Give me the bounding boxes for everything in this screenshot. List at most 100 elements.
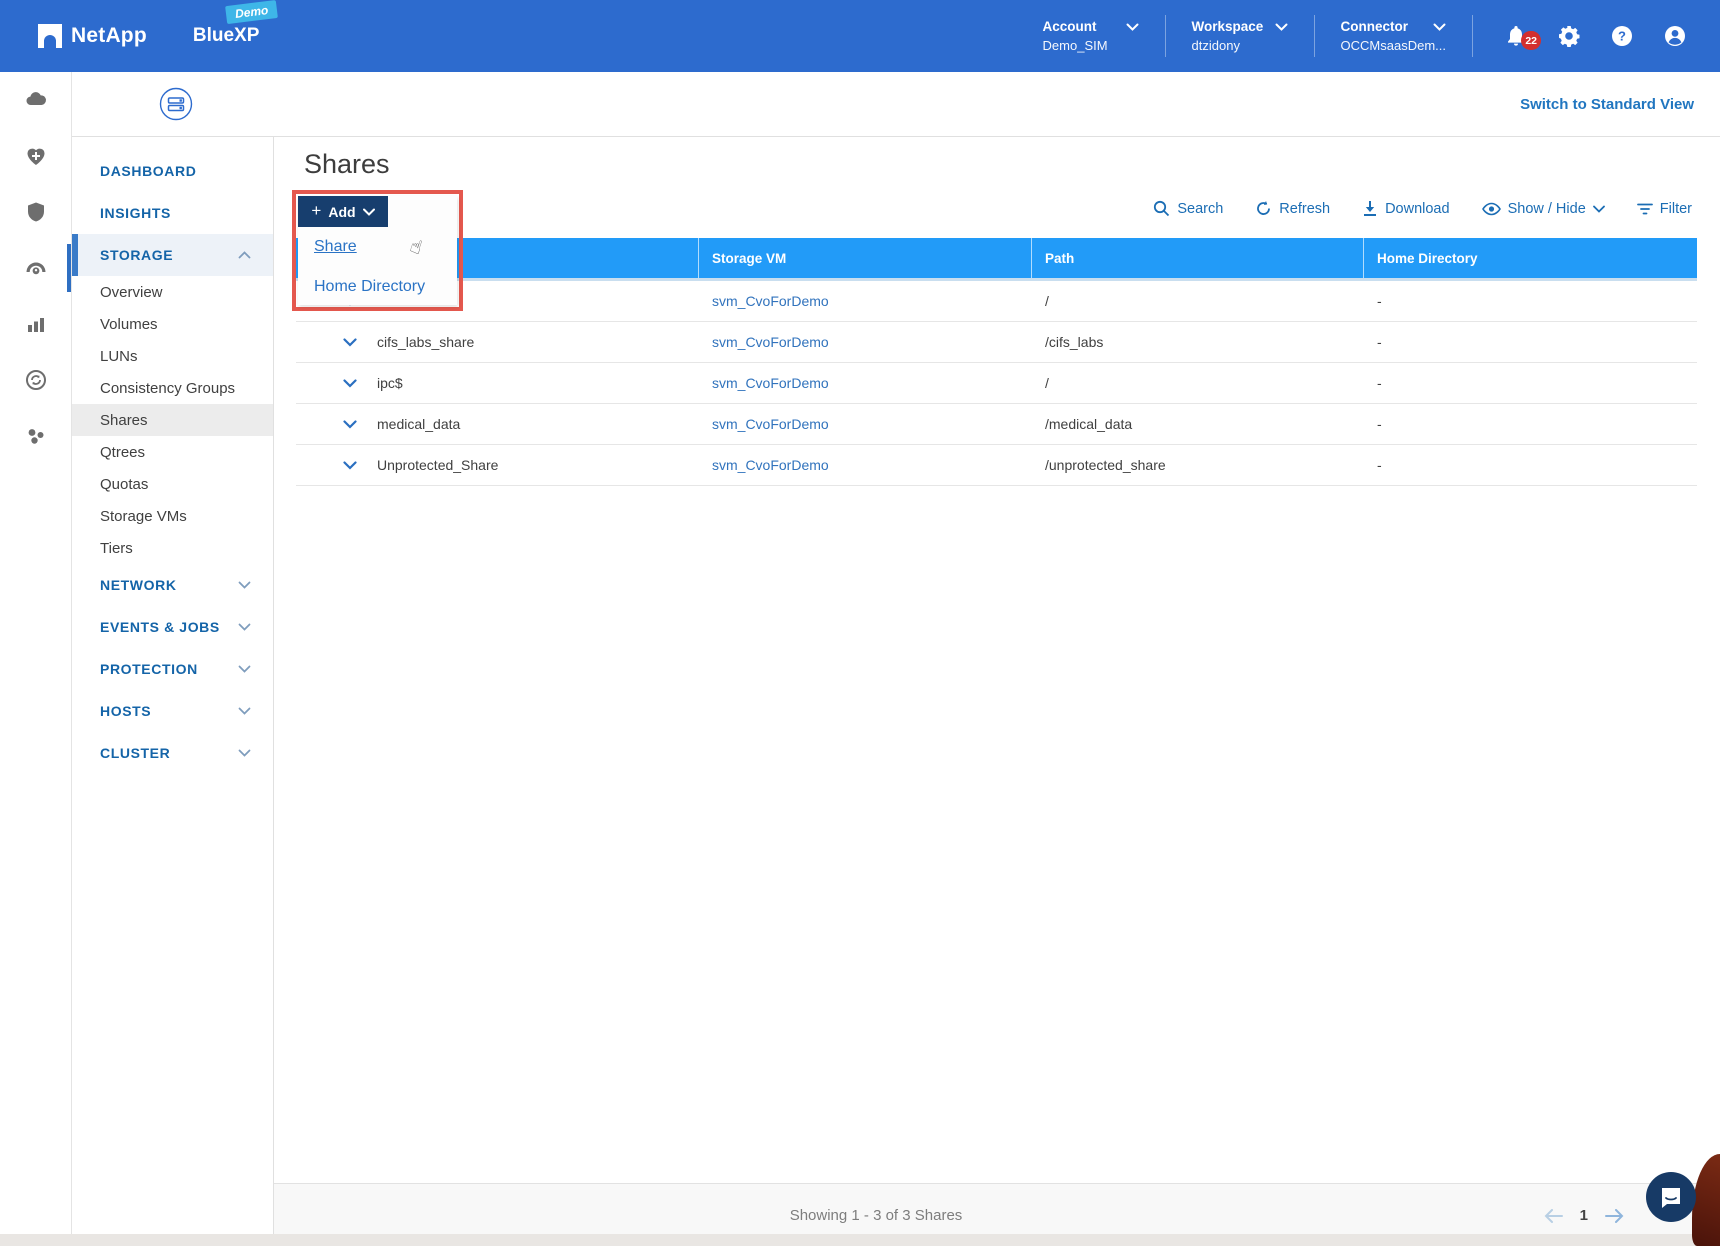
switch-to-standard-view-link[interactable]: Switch to Standard View [1520, 72, 1694, 136]
notifications-button[interactable]: 22 [1503, 23, 1529, 49]
table-body: svm_CvoForDemo / - cifs_labs_share svm_C… [296, 281, 1697, 486]
analytics-bars-icon[interactable] [24, 312, 48, 336]
search-button[interactable]: Search [1153, 200, 1223, 217]
column-header-path[interactable]: Path [1032, 238, 1364, 278]
add-button-label: Add [328, 204, 355, 220]
help-button[interactable]: ? [1609, 23, 1635, 49]
share-name: Unprotected_Share [377, 457, 498, 473]
storage-vm-link[interactable]: svm_CvoForDemo [712, 334, 829, 350]
sidebar-item-insights[interactable]: INSIGHTS [72, 192, 273, 234]
bluexp-app: NetApp BlueXP Demo Account Demo_SIM Work… [0, 0, 1720, 1246]
page-title: Shares [304, 149, 390, 180]
chat-support-button[interactable] [1646, 1172, 1696, 1222]
sidebar-item-overview[interactable]: Overview [72, 276, 273, 308]
icon-rail [0, 72, 72, 1246]
active-rail-indicator [67, 244, 71, 292]
table-row: cifs_labs_share svm_CvoForDemo /cifs_lab… [296, 322, 1697, 363]
extensions-dots-icon[interactable] [24, 424, 48, 448]
protection-shield-icon[interactable] [24, 200, 48, 224]
sidebar-label: STORAGE [100, 247, 173, 263]
home-directory-value: - [1377, 416, 1382, 432]
share-name: medical_data [377, 416, 460, 432]
share-name: cifs_labs_share [377, 334, 474, 350]
filter-button[interactable]: Filter [1637, 201, 1692, 217]
chevron-down-icon [1593, 205, 1605, 213]
add-menu-item-home-directory[interactable]: Home Directory [314, 278, 425, 296]
account-label: Account [1043, 19, 1097, 34]
row-expand-chevron-icon[interactable] [343, 461, 357, 470]
product-name: BlueXP [193, 25, 260, 47]
storage-vm-link[interactable]: svm_CvoForDemo [712, 375, 829, 391]
workspace-label: Workspace [1192, 19, 1264, 34]
column-header-home-directory[interactable]: Home Directory [1364, 238, 1697, 278]
chevron-down-icon [1126, 23, 1139, 31]
home-directory-value: - [1377, 375, 1382, 391]
sidebar-item-qtrees[interactable]: Qtrees [72, 436, 273, 468]
refresh-button[interactable]: Refresh [1255, 200, 1330, 217]
home-directory-value: - [1377, 293, 1382, 309]
sidebar-item-dashboard[interactable]: DASHBOARD [72, 150, 273, 192]
sidebar-item-luns[interactable]: LUNs [72, 340, 273, 372]
sidebar-label: LUNs [100, 348, 138, 365]
sidebar-item-tiers[interactable]: Tiers [72, 532, 273, 564]
previous-page-arrow-icon[interactable] [1544, 1209, 1564, 1223]
hand-cursor-icon: ☝ [407, 235, 425, 260]
table-header-row: Storage VM Path Home Directory [296, 238, 1697, 278]
health-heart-icon[interactable] [24, 144, 48, 168]
sidebar-item-consistency-groups[interactable]: Consistency Groups [72, 372, 273, 404]
sidebar-item-protection[interactable]: PROTECTION [72, 648, 273, 690]
main-content: Shares Search Refresh Download [274, 137, 1720, 1246]
connector-menu[interactable]: Connector OCCMsaasDem... [1315, 19, 1472, 53]
row-expand-chevron-icon[interactable] [343, 379, 357, 388]
storage-vm-link[interactable]: svm_CvoForDemo [712, 457, 829, 473]
row-expand-chevron-icon[interactable] [343, 420, 357, 429]
sidebar-item-network[interactable]: NETWORK [72, 564, 273, 606]
sidebar-label: INSIGHTS [100, 205, 171, 221]
chevron-down-icon [238, 665, 251, 673]
table-row: Unprotected_Share svm_CvoForDemo /unprot… [296, 445, 1697, 486]
person-icon [1663, 24, 1687, 48]
chat-icon [1658, 1184, 1684, 1210]
workspace-menu[interactable]: Workspace dtzidony [1166, 19, 1314, 53]
sidebar-item-storage-vms[interactable]: Storage VMs [72, 500, 273, 532]
refresh-label: Refresh [1279, 201, 1330, 217]
sidebar-label: Shares [100, 412, 148, 429]
brand-name: NetApp [71, 24, 147, 48]
refresh-icon [1255, 200, 1272, 217]
sidebar-label: Volumes [100, 316, 158, 333]
page-number[interactable]: 1 [1580, 1207, 1588, 1224]
storage-vm-link[interactable]: svm_CvoForDemo [712, 293, 829, 309]
sidebar-item-hosts[interactable]: HOSTS [72, 690, 273, 732]
help-icon: ? [1610, 24, 1634, 48]
sidebar-item-volumes[interactable]: Volumes [72, 308, 273, 340]
sidebar-item-events-jobs[interactable]: EVENTS & JOBS [72, 606, 273, 648]
download-button[interactable]: Download [1362, 200, 1450, 217]
sidebar-item-quotas[interactable]: Quotas [72, 468, 273, 500]
row-expand-chevron-icon[interactable] [343, 338, 357, 347]
table-toolbar: Search Refresh Download Show / Hide [1153, 200, 1692, 217]
connector-label: Connector [1341, 19, 1409, 34]
storage-vm-link[interactable]: svm_CvoForDemo [712, 416, 829, 432]
notification-count-badge: 22 [1521, 31, 1541, 50]
show-hide-button[interactable]: Show / Hide [1482, 201, 1605, 217]
sidebar-item-cluster[interactable]: CLUSTER [72, 732, 273, 774]
home-directory-value: - [1377, 334, 1382, 350]
add-menu-item-share[interactable]: Share [314, 238, 357, 256]
user-account-button[interactable] [1662, 23, 1688, 49]
workspace-value: dtzidony [1192, 38, 1288, 53]
share-name: ipc$ [377, 375, 403, 391]
chevron-down-icon [1433, 23, 1446, 31]
canvas-cloud-icon[interactable] [24, 88, 48, 112]
home-directory-value: - [1377, 457, 1382, 473]
add-button[interactable]: + Add [298, 196, 388, 227]
top-right-controls: Account Demo_SIM Workspace dtzidony [1017, 0, 1720, 72]
sync-icon[interactable] [24, 368, 48, 392]
next-page-arrow-icon[interactable] [1604, 1209, 1624, 1223]
account-menu[interactable]: Account Demo_SIM [1017, 19, 1165, 53]
sidebar-item-shares[interactable]: Shares [72, 404, 273, 436]
column-header-storage-vm[interactable]: Storage VM [699, 238, 1032, 278]
storage-dome-icon[interactable] [24, 256, 48, 280]
sub-header: Switch to Standard View [72, 72, 1720, 137]
sidebar-item-storage[interactable]: STORAGE [72, 234, 273, 276]
settings-button[interactable] [1556, 23, 1582, 49]
